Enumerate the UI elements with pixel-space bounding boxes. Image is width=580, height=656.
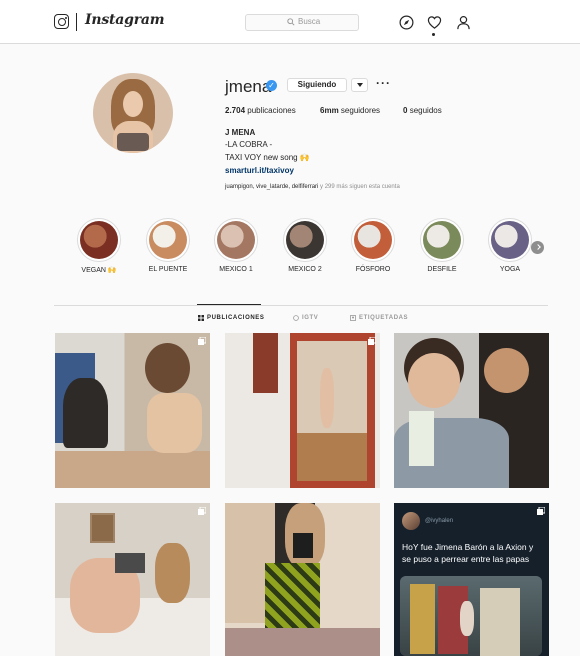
tweet-handle: @ivyhalen [425, 518, 454, 524]
multiple-photos-icon [537, 507, 545, 515]
search-input[interactable] [298, 17, 338, 26]
post-tile[interactable] [394, 333, 549, 488]
logo-divider [76, 13, 77, 31]
top-navigation-bar: Instagram [0, 0, 580, 44]
story-highlight[interactable]: DESFILE [420, 218, 464, 273]
story-highlight[interactable]: FÓSFORO [351, 218, 395, 273]
multiple-photos-icon [198, 337, 206, 345]
highlight-cover [423, 221, 461, 259]
igtv-icon [293, 315, 299, 321]
story-highlight[interactable]: MEXICO 1 [214, 218, 258, 273]
highlight-cover [354, 221, 392, 259]
explore-compass-icon[interactable] [399, 15, 414, 30]
instagram-wordmark[interactable]: Instagram [85, 12, 165, 28]
highlight-cover [491, 221, 529, 259]
profile-avatar[interactable] [93, 73, 173, 153]
post-tile[interactable] [225, 333, 380, 488]
grid-icon [198, 315, 204, 321]
highlight-cover [80, 221, 118, 259]
more-options-icon[interactable]: ··· [376, 76, 391, 90]
post-tile[interactable] [55, 503, 210, 656]
highlight-cover [286, 221, 324, 259]
verified-badge-icon: ✓ [266, 80, 277, 91]
story-highlight[interactable]: MEXICO 2 [283, 218, 327, 273]
highlight-ring [488, 218, 532, 262]
suggestions-dropdown-button[interactable] [351, 78, 368, 92]
story-highlight[interactable]: VEGAN 🙌 [77, 218, 121, 274]
highlight-label: YOGA [499, 266, 521, 273]
tweet-image [400, 576, 542, 656]
activity-heart-icon[interactable] [427, 15, 442, 30]
multiple-photos-icon [198, 507, 206, 515]
following-button[interactable]: Siguiendo [287, 78, 347, 92]
profile-person-icon[interactable] [456, 15, 471, 30]
bio-line: TAXI VOY new song 🙌 [225, 153, 310, 162]
search-icon [287, 17, 295, 26]
instagram-camera-icon[interactable] [54, 14, 69, 29]
post-tile[interactable] [55, 333, 210, 488]
tab-publicaciones[interactable]: PUBLICACIONES [198, 315, 264, 321]
stat-following[interactable]: 0 seguidos [403, 106, 442, 115]
bio-link[interactable]: smarturl.it/taxivoy [225, 166, 294, 175]
highlight-ring [77, 218, 121, 262]
story-highlight[interactable]: YOGA [488, 218, 532, 273]
highlight-ring [351, 218, 395, 262]
highlights-next-chevron-icon[interactable] [531, 241, 544, 254]
stat-posts: 2.704 publicaciones [225, 106, 296, 115]
tabs-divider [54, 305, 548, 306]
tweet-post-tile[interactable]: @ivyhalen HoY fue Jimena Barón a la Axio… [394, 503, 549, 656]
tweet-avatar [402, 512, 420, 530]
active-tab-indicator [197, 304, 261, 305]
followed-by[interactable]: juampigon, vive_latarde, delfiferrari y … [225, 184, 400, 190]
highlight-cover [217, 221, 255, 259]
profile-username: jmena [225, 77, 272, 96]
tweet-text: HoY fue Jimena Barón a la Axion y se pus… [402, 542, 534, 564]
highlight-cover [149, 221, 187, 259]
highlight-ring [283, 218, 327, 262]
bio-name: J MENA [225, 128, 256, 137]
stat-followers[interactable]: 6mm seguidores [320, 106, 380, 115]
highlight-ring [214, 218, 258, 262]
post-tile[interactable] [225, 503, 380, 656]
story-highlight[interactable]: EL PUENTE [146, 218, 190, 273]
bio-line: -LA COBRA - [225, 140, 273, 149]
tab-etiquetadas[interactable]: ETIQUETADAS [350, 315, 408, 321]
tab-igtv[interactable]: IGTV [293, 315, 318, 321]
multiple-photos-icon [368, 337, 376, 345]
search-box[interactable] [245, 14, 359, 31]
tagged-icon [350, 315, 356, 321]
highlight-ring [420, 218, 464, 262]
highlight-ring [146, 218, 190, 262]
notification-dot [432, 33, 435, 36]
